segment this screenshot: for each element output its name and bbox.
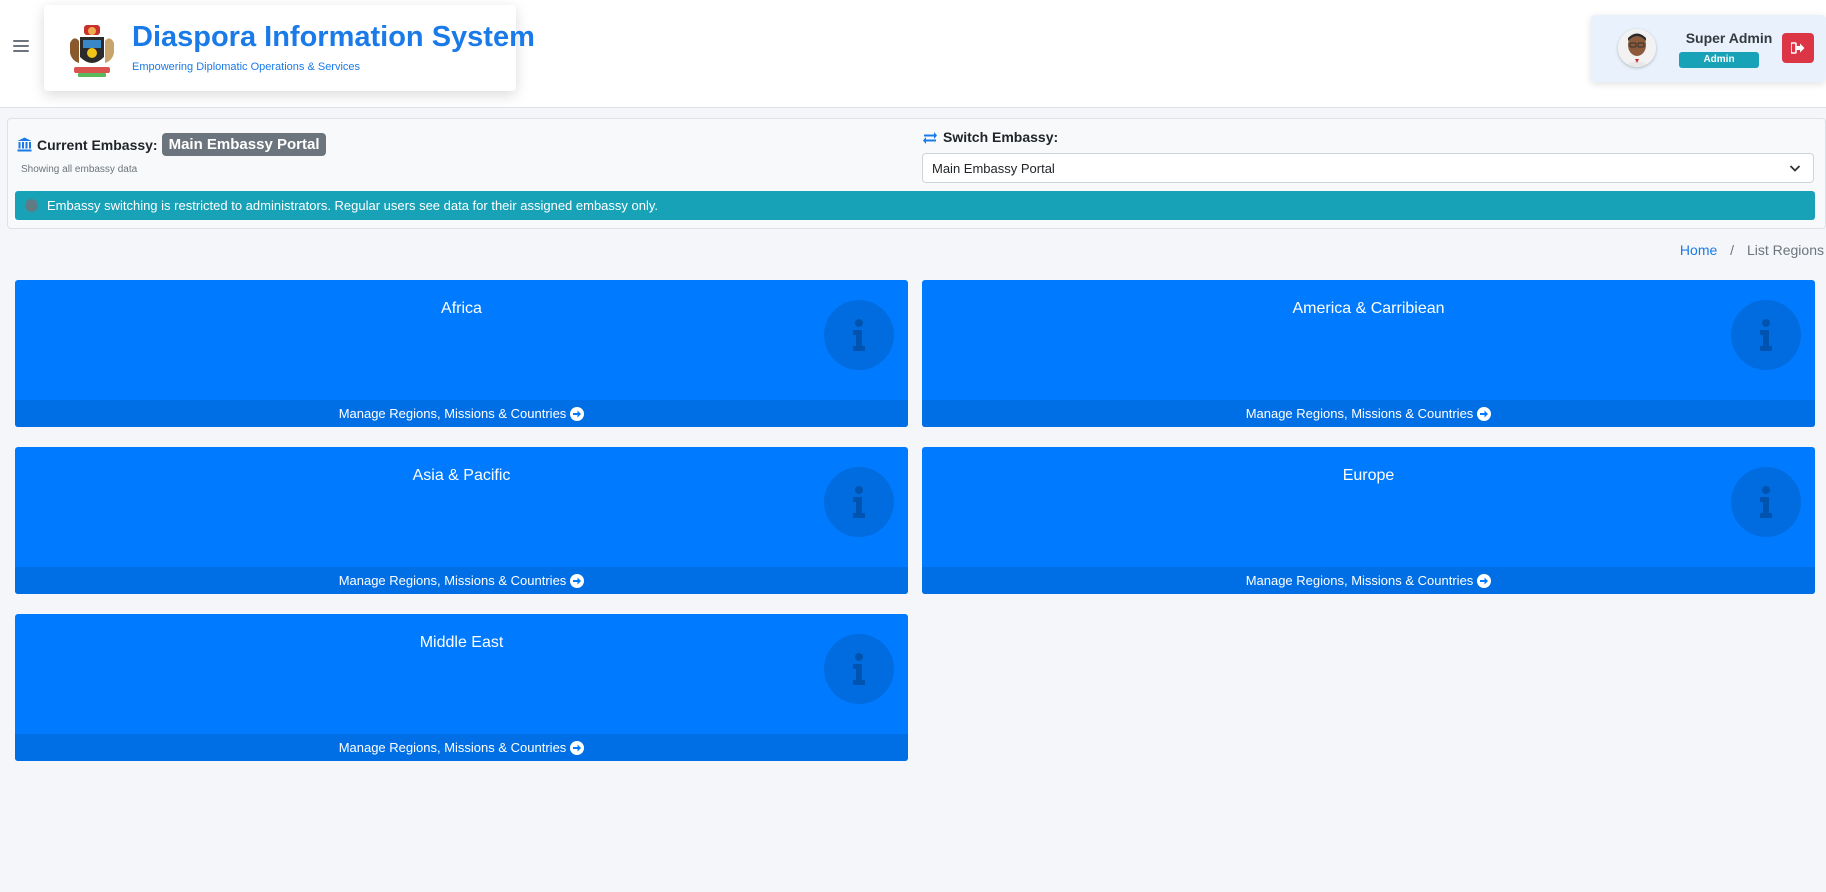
info-icon xyxy=(824,467,894,537)
manage-regions-link[interactable]: Manage Regions, Missions & Countries xyxy=(922,400,1815,427)
region-name: America & Carribiean xyxy=(1292,300,1445,317)
breadcrumb-current: List Regions xyxy=(1746,242,1824,258)
embassy-select[interactable]: Main Embassy Portal xyxy=(922,153,1814,183)
current-embassy-label: Current Embassy: xyxy=(37,136,158,153)
info-icon xyxy=(824,300,894,370)
region-name: Europe xyxy=(1342,467,1395,484)
current-embassy-row: Current Embassy: Main Embassy Portal xyxy=(17,133,327,156)
user-name: Super Admin xyxy=(1685,30,1773,46)
restriction-notice: Embassy switching is restricted to admin… xyxy=(15,191,1815,220)
logout-button[interactable] xyxy=(1782,33,1814,63)
switch-embassy-label: Switch Embassy: xyxy=(943,129,1059,145)
manage-regions-link[interactable]: Manage Regions, Missions & Countries xyxy=(15,400,908,427)
breadcrumb: Home / List Regions xyxy=(1680,242,1824,258)
region-card-america-carribiean: America & Carribiean Manage Regions, Mis… xyxy=(922,280,1815,427)
brand-card: Diaspora Information System Empowering D… xyxy=(44,5,535,91)
region-name: Asia & Pacific xyxy=(412,467,511,484)
chevron-down-icon xyxy=(1789,165,1801,172)
manage-regions-link-label: Manage Regions, Missions & Countries xyxy=(338,573,567,588)
manage-regions-link[interactable]: Manage Regions, Missions & Countries xyxy=(15,567,908,594)
current-embassy-subtext: Showing all embassy data xyxy=(21,164,138,175)
arrow-circle-right-icon xyxy=(570,406,585,421)
arrow-circle-right-icon xyxy=(570,740,585,755)
region-card-africa: Africa Manage Regions, Missions & Countr… xyxy=(15,280,908,427)
top-navbar: Diaspora Information System Empowering D… xyxy=(0,0,1826,108)
region-card-europe: Europe Manage Regions, Missions & Countr… xyxy=(922,447,1815,594)
exchange-icon xyxy=(923,131,937,144)
manage-regions-link[interactable]: Manage Regions, Missions & Countries xyxy=(922,567,1815,594)
manage-regions-link-label: Manage Regions, Missions & Countries xyxy=(338,740,567,755)
info-icon xyxy=(824,634,894,704)
sign-out-icon xyxy=(1791,42,1805,54)
current-embassy-badge: Main Embassy Portal xyxy=(161,133,327,156)
arrow-circle-right-icon xyxy=(1477,573,1492,588)
app-subtitle: Empowering Diplomatic Operations & Servi… xyxy=(132,61,361,73)
role-badge: Admin xyxy=(1679,52,1759,68)
arrow-circle-right-icon xyxy=(570,573,585,588)
avatar[interactable] xyxy=(1618,29,1656,67)
bank-icon xyxy=(17,137,32,152)
breadcrumb-home[interactable]: Home xyxy=(1680,242,1717,258)
manage-regions-link-label: Manage Regions, Missions & Countries xyxy=(338,406,567,421)
manage-regions-link[interactable]: Manage Regions, Missions & Countries xyxy=(15,734,908,761)
breadcrumb-separator: / xyxy=(1730,242,1735,258)
region-name: Middle East xyxy=(419,634,504,651)
manage-regions-link-label: Manage Regions, Missions & Countries xyxy=(1245,406,1474,421)
region-card-asia-pacific: Asia & Pacific Manage Regions, Missions … xyxy=(15,447,908,594)
arrow-circle-right-icon xyxy=(1477,406,1492,421)
region-card-middle-east: Middle East Manage Regions, Missions & C… xyxy=(15,614,908,761)
coat-of-arms-logo xyxy=(70,25,114,77)
app-title: Diaspora Information System xyxy=(132,21,535,53)
info-icon xyxy=(1731,467,1801,537)
embassy-panel: Current Embassy: Main Embassy Portal Sho… xyxy=(7,118,1826,229)
info-dot-icon xyxy=(25,199,38,212)
restriction-notice-text: Embassy switching is restricted to admin… xyxy=(47,198,659,213)
region-name: Africa xyxy=(441,300,482,317)
manage-regions-link-label: Manage Regions, Missions & Countries xyxy=(1245,573,1474,588)
user-card: Super Admin Admin xyxy=(1591,15,1826,82)
switch-embassy-row: Switch Embassy: xyxy=(923,129,1058,145)
menu-toggle-icon[interactable] xyxy=(13,40,29,54)
embassy-select-value: Main Embassy Portal xyxy=(932,161,1055,176)
info-icon xyxy=(1731,300,1801,370)
